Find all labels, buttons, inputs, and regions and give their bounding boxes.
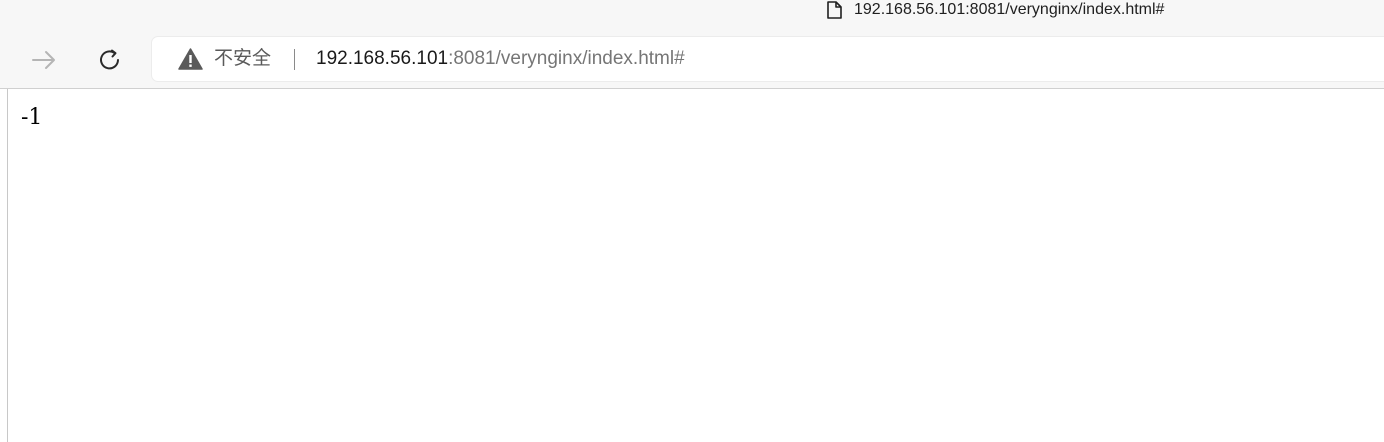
- browser-toolbar: 不安全 192.168.56.101:8081/verynginx/index.…: [0, 32, 1384, 88]
- url-text[interactable]: 192.168.56.101:8081/verynginx/index.html…: [316, 37, 685, 81]
- arrow-right-icon: [31, 50, 57, 70]
- url-path: :8081/verynginx/index.html#: [448, 48, 685, 69]
- address-bar-divider: [294, 49, 295, 70]
- reload-icon: [97, 47, 123, 73]
- address-bar[interactable]: 不安全 192.168.56.101:8081/verynginx/index.…: [152, 37, 1384, 81]
- warning-icon[interactable]: [178, 48, 203, 75]
- tab-strip: 192.168.56.101:8081/verynginx/index.html…: [0, 0, 1384, 32]
- security-status-label[interactable]: 不安全: [214, 37, 271, 81]
- tab-title-text: 192.168.56.101:8081/verynginx/index.html…: [854, 1, 1165, 18]
- url-host: 192.168.56.101: [316, 48, 449, 69]
- page-content: -1: [7, 89, 1384, 442]
- forward-button[interactable]: [24, 40, 64, 80]
- reload-button[interactable]: [90, 40, 130, 80]
- document-icon: [826, 1, 842, 19]
- page-body-text: -1: [21, 105, 43, 130]
- active-tab[interactable]: 192.168.56.101:8081/verynginx/index.html…: [826, 0, 1164, 20]
